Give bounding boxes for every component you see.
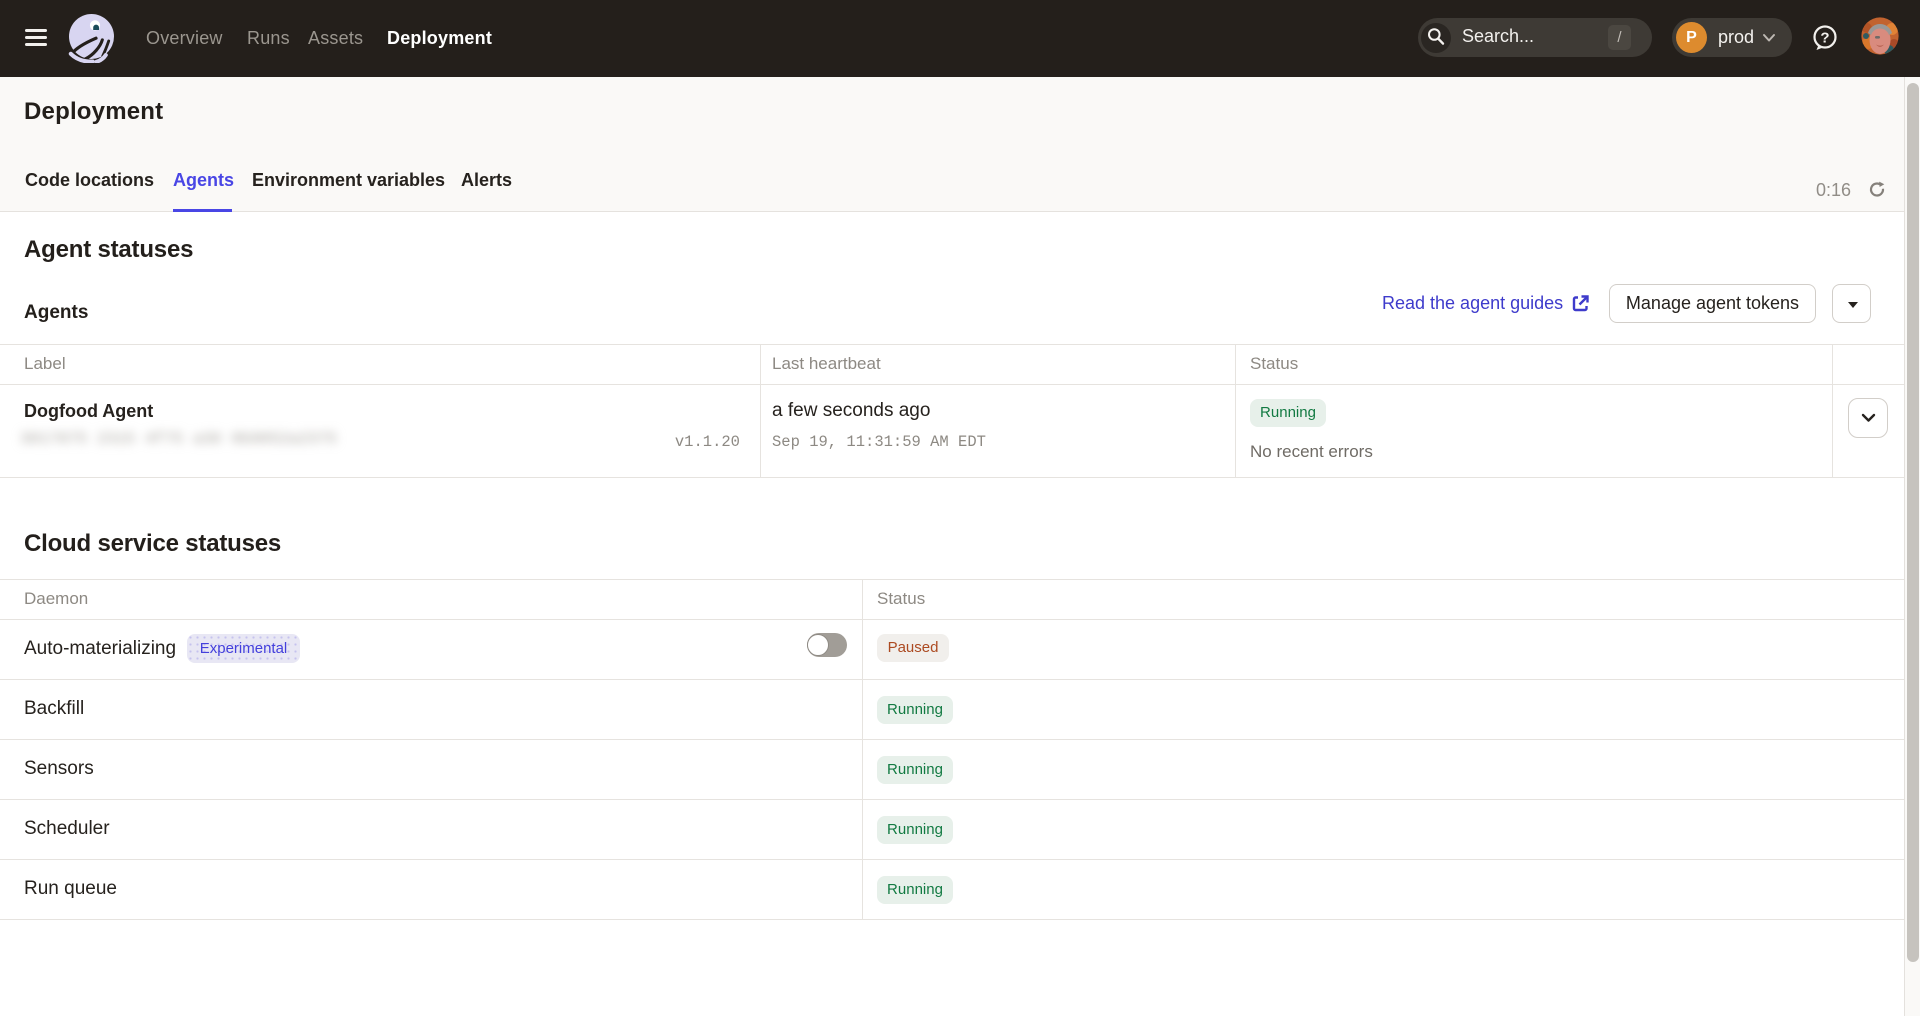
svg-text:?: ? xyxy=(1820,30,1829,47)
